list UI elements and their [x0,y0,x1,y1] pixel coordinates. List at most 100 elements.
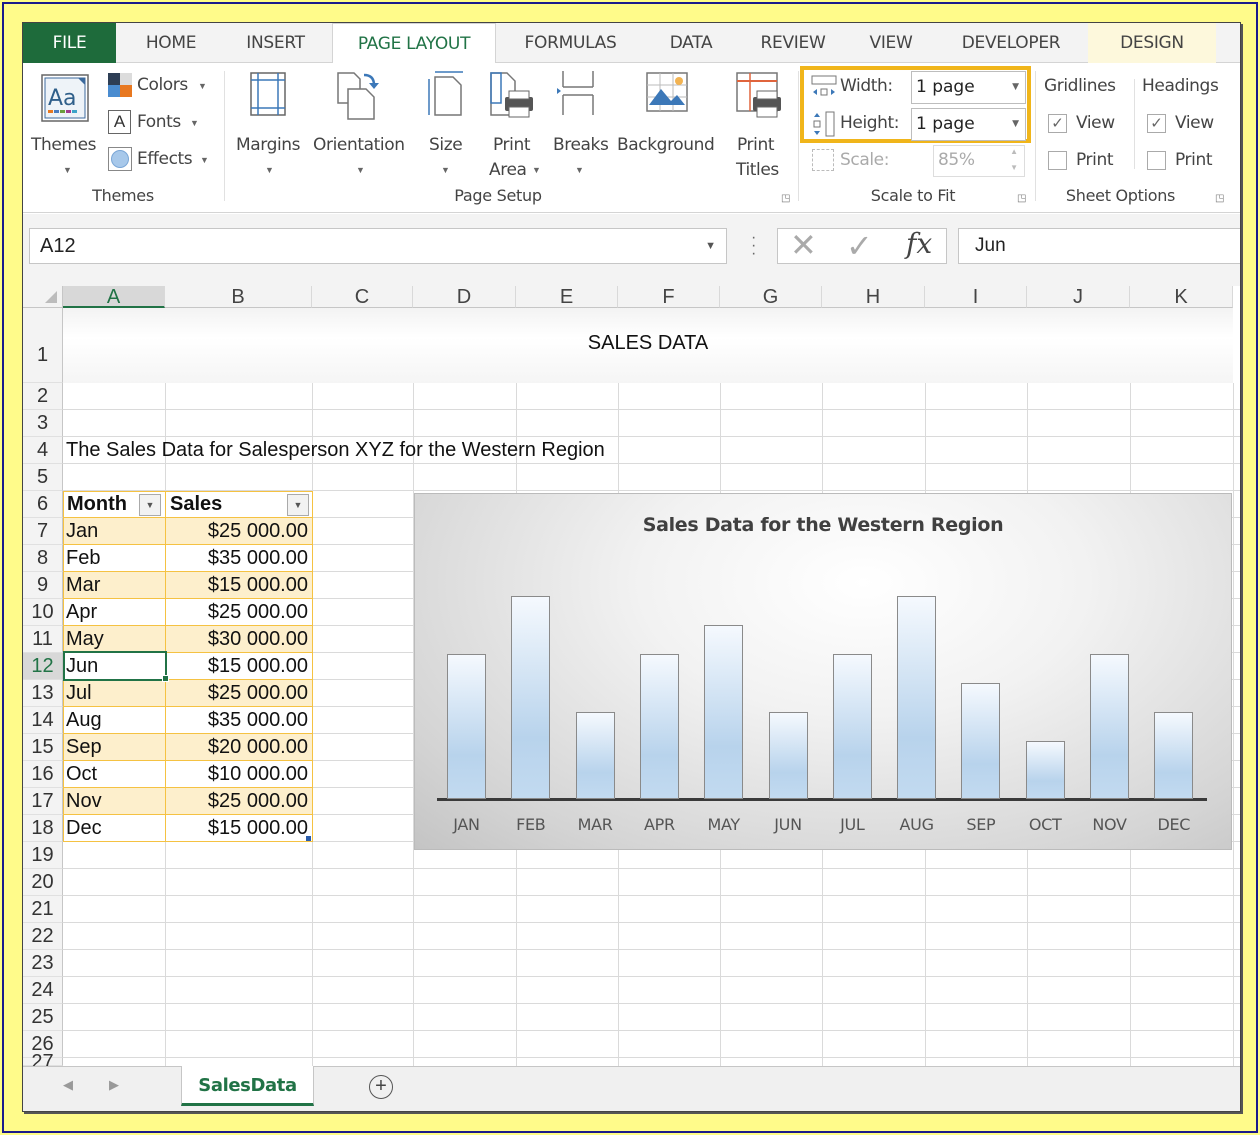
row-header-25[interactable]: 25 [23,1004,63,1031]
table-resize-handle[interactable] [306,836,311,841]
chart-bar-sep[interactable] [961,683,1001,799]
table-cell-sales[interactable]: $20 000.00 [168,734,308,761]
row-header-15[interactable]: 15 [23,734,63,761]
column-header-a[interactable]: A [63,286,165,308]
row-header-1[interactable]: 1 [23,308,63,383]
row-header-22[interactable]: 22 [23,923,63,950]
row-header-21[interactable]: 21 [23,896,63,923]
headings-view-checkbox[interactable]: ✓ [1147,114,1166,133]
tab-view[interactable]: VIEW [855,23,927,63]
row-header-8[interactable]: 8 [23,545,63,572]
row-header-7[interactable]: 7 [23,518,63,545]
scroll-left-icon[interactable]: ◀ [63,1077,73,1093]
table-cell-month[interactable]: Dec [66,815,102,842]
row-header-5[interactable]: 5 [23,464,63,491]
row-header-11[interactable]: 11 [23,626,63,653]
row-header-27[interactable]: 27 [23,1052,63,1072]
table-cell-month[interactable]: Jul [66,680,92,707]
formula-input[interactable]: Jun [958,228,1240,264]
table-cell-month[interactable]: Jan [66,518,98,545]
width-dropdown[interactable]: 1 page ▼ [911,71,1026,104]
breaks-button[interactable]: Breaks ▼ [553,69,615,179]
table-cell-sales[interactable]: $25 000.00 [168,680,308,707]
gridlines-view-checkbox[interactable]: ✓ [1048,114,1067,133]
column-header-f[interactable]: F [618,286,720,308]
table-cell-sales[interactable]: $15 000.00 [168,653,308,680]
effects-button[interactable]: Effects ▼ [108,147,210,175]
column-header-k[interactable]: K [1130,286,1233,308]
tab-review[interactable]: REVIEW [748,23,838,63]
cancel-icon[interactable]: ✕ [790,226,817,264]
chart-bar-feb[interactable] [511,596,551,799]
chart-bar-nov[interactable] [1090,654,1129,799]
table-cell-month[interactable]: May [66,626,104,653]
table-cell-sales[interactable]: $30 000.00 [168,626,308,653]
row-header-14[interactable]: 14 [23,707,63,734]
chart-bar-jun[interactable] [768,712,808,799]
fonts-button[interactable]: A Fonts ▼ [108,110,210,138]
column-header-i[interactable]: I [925,286,1027,308]
tab-design[interactable]: DESIGN [1088,23,1216,63]
fill-handle[interactable] [162,675,169,682]
height-dropdown[interactable]: 1 page ▼ [911,108,1026,141]
row-header-3[interactable]: 3 [23,410,63,437]
tab-formulas[interactable]: FORMULAS [507,23,634,63]
column-header-h[interactable]: H [822,286,925,308]
sheet-tab-salesdata[interactable]: SalesData [181,1066,314,1106]
table-cell-sales[interactable]: $25 000.00 [168,788,308,815]
chart-bar-apr[interactable] [639,654,679,799]
tab-file[interactable]: FILE [23,23,116,63]
row-header-20[interactable]: 20 [23,869,63,896]
scale-spinner[interactable]: 85% ▲ ▼ [933,145,1025,177]
table-cell-sales[interactable]: $35 000.00 [168,545,308,572]
tab-developer[interactable]: DEVELOPER [946,23,1076,63]
row-header-13[interactable]: 13 [23,680,63,707]
chart-bar-jan[interactable] [447,654,486,799]
select-all-button[interactable] [23,286,63,308]
row-header-6[interactable]: 6 [23,491,63,518]
column-header-c[interactable]: C [312,286,413,308]
table-cell-month[interactable]: Sep [66,734,102,761]
row-header-16[interactable]: 16 [23,761,63,788]
chart-bar-may[interactable] [704,625,744,799]
row-header-2[interactable]: 2 [23,383,63,410]
table-cell-month[interactable]: Feb [66,545,100,572]
row-header-12[interactable]: 12 [23,653,63,680]
table-cell-month[interactable]: Apr [66,599,97,626]
table-cell-month[interactable]: Aug [66,707,102,734]
page-setup-launcher-icon[interactable]: ◳ [781,193,791,204]
table-cell-sales[interactable]: $25 000.00 [168,518,308,545]
chart-bar-jul[interactable] [832,654,872,799]
table-cell-sales[interactable]: $35 000.00 [168,707,308,734]
tab-home[interactable]: HOME [123,23,219,63]
table-cell-month[interactable]: Oct [66,761,97,788]
headings-print-checkbox[interactable] [1147,151,1166,170]
table-cell-sales[interactable]: $15 000.00 [168,815,308,842]
column-header-b[interactable]: B [165,286,312,308]
table-cell-month[interactable]: Nov [66,788,102,815]
chart-bar-mar[interactable] [575,712,615,799]
table-cell-sales[interactable]: $25 000.00 [168,599,308,626]
enter-icon[interactable]: ✓ [846,227,873,265]
row-header-4[interactable]: 4 [23,437,63,464]
chart-bar-aug[interactable] [897,596,937,799]
column-header-j[interactable]: J [1027,286,1130,308]
month-filter-button[interactable]: ▼ [139,494,161,516]
print-titles-button[interactable]: Print Titles [731,69,787,180]
orientation-button[interactable]: Orientation ▼ [312,69,408,179]
row-header-24[interactable]: 24 [23,977,63,1004]
table-cell-sales[interactable]: $15 000.00 [168,572,308,599]
print-area-button[interactable]: Print Area ▼ [483,69,543,180]
row-header-10[interactable]: 10 [23,599,63,626]
row-header-9[interactable]: 9 [23,572,63,599]
colors-button[interactable]: Colors ▼ [108,73,210,101]
insert-function-icon[interactable]: fx [906,227,932,260]
row-header-17[interactable]: 17 [23,788,63,815]
add-sheet-button[interactable]: + [369,1075,393,1099]
size-button[interactable]: Size ▼ [421,69,471,179]
gridlines-print-checkbox[interactable] [1048,151,1067,170]
column-header-e[interactable]: E [516,286,618,308]
background-button[interactable]: Background [617,69,723,179]
chart-bar-oct[interactable] [1025,741,1065,799]
sales-filter-button[interactable]: ▼ [287,494,309,516]
